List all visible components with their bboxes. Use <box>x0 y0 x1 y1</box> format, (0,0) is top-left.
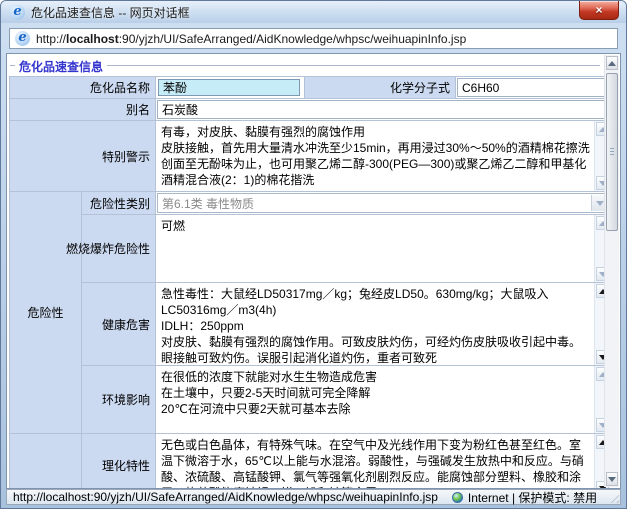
scroll-down-icon[interactable] <box>606 472 618 486</box>
status-zone: Internet | 保护模式: 禁用 <box>452 489 597 506</box>
phys-label: 理化特性 <box>82 434 155 489</box>
window-title: 危化品速查信息 -- 网页对话框 <box>31 4 190 21</box>
status-url: http://localhost:90/yjzh/UI/SafeArranged… <box>13 490 438 504</box>
env-textarea[interactable]: 在很低的浓度下就能对水生生物造成危害 在土壤中，只要2-5天时间就可完全降解 2… <box>156 366 610 433</box>
formula-label: 化学分子式 <box>305 77 455 98</box>
name-cell <box>156 77 304 98</box>
hazard-class-select[interactable]: 第6.1类 毒性物质 <box>157 193 609 213</box>
dialog-window: e 危化品速查信息 -- 网页对话框 × e http://localhost:… <box>0 0 627 509</box>
health-cell: 急性毒性：大鼠经LD50317mg／kg；兔经皮LD50。630mg/kg；大鼠… <box>156 283 610 365</box>
address-bar: e http://localhost:90/yjzh/UI/SafeArrang… <box>6 23 621 53</box>
scroll-up-icon[interactable] <box>606 56 618 70</box>
scrollbar-thumb[interactable] <box>606 73 618 231</box>
phys-textarea[interactable]: 无色或白色晶体，有特殊气味。在空气中及光线作用下变为粉红色甚至红色。室温下微溶于… <box>156 434 610 489</box>
status-zone-text: Internet | 保护模式: 禁用 <box>468 489 597 506</box>
env-cell: 在很低的浓度下就能对水生生物造成危害 在土壤中，只要2-5天时间就可完全降解 2… <box>156 366 610 433</box>
fire-label: 燃烧爆炸危险性 <box>82 215 155 282</box>
env-label: 环境影响 <box>82 366 155 433</box>
empty-group-cell <box>10 434 81 489</box>
hazard-class-value: 第6.1类 毒性物质 <box>162 195 254 212</box>
warning-cell: 有毒，对皮肤、黏膜有强烈的腐蚀作用 皮肤接触，首先用大量清水冲洗至少15min，… <box>156 121 610 191</box>
phys-cell: 无色或白色晶体，有特殊气味。在空气中及光线作用下变为粉红色甚至红色。室温下微溶于… <box>156 434 610 489</box>
warning-label: 特别警示 <box>10 121 155 191</box>
page-title: 危化品速查信息 <box>15 58 107 75</box>
url-input[interactable]: e http://localhost:90/yjzh/UI/SafeArrang… <box>9 28 618 49</box>
alias-label: 别名 <box>10 99 155 120</box>
ie-icon: e <box>10 5 25 20</box>
page-content: 危化品速查信息 危化品名称 化学分子式 别名 特别警示 有毒，对皮肤、黏膜有强烈… <box>6 53 621 489</box>
hazard-class-label: 危险性类别 <box>82 192 155 214</box>
status-bar: http://localhost:90/yjzh/UI/SafeArranged… <box>6 489 621 505</box>
alias-input[interactable] <box>157 100 609 119</box>
alias-cell <box>156 99 610 120</box>
title-bar[interactable]: e 危化品速查信息 -- 网页对话框 <box>1 1 626 23</box>
resize-grip-icon[interactable] <box>607 491 619 503</box>
hazard-group-label: 危险性 <box>10 192 81 433</box>
formula-cell <box>456 77 610 98</box>
fire-cell: 可燃 <box>156 215 610 282</box>
warning-textarea[interactable]: 有毒，对皮肤、黏膜有强烈的腐蚀作用 皮肤接触，首先用大量清水冲洗至少15min，… <box>156 121 610 191</box>
hazard-class-cell: 第6.1类 毒性物质 <box>156 192 610 214</box>
health-label: 健康危害 <box>82 283 155 365</box>
formula-input[interactable] <box>457 78 609 97</box>
page-ie-icon: e <box>15 31 30 46</box>
url-text: http://localhost:90/yjzh/UI/SafeArranged… <box>36 32 466 46</box>
name-label: 危化品名称 <box>10 77 155 98</box>
internet-zone-icon <box>452 492 463 503</box>
close-icon: × <box>595 4 602 16</box>
page-scrollbar[interactable] <box>604 55 619 487</box>
close-button[interactable]: × <box>579 1 619 20</box>
info-table: 危化品名称 化学分子式 别名 特别警示 有毒，对皮肤、黏膜有强烈的腐蚀作用 皮肤… <box>9 76 610 489</box>
name-input[interactable] <box>158 79 300 96</box>
fire-textarea[interactable]: 可燃 <box>156 215 610 282</box>
health-textarea[interactable]: 急性毒性：大鼠经LD50317mg／kg；兔经皮LD50。630mg/kg；大鼠… <box>156 283 610 365</box>
